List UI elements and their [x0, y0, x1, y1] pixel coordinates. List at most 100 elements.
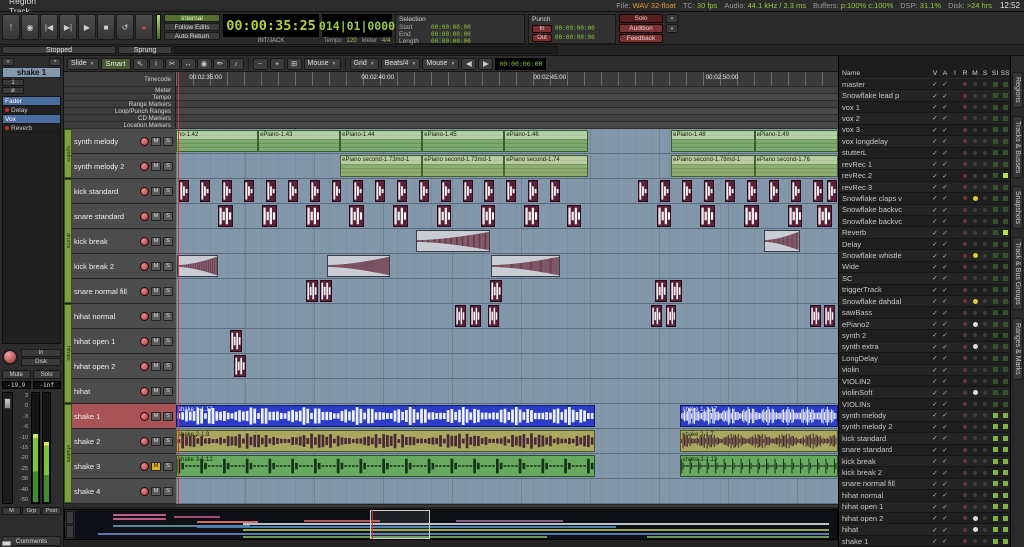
solo-indicator[interactable]	[980, 82, 990, 86]
metering-button[interactable]: M	[2, 507, 21, 515]
visible-checkbox[interactable]: ✓	[930, 103, 940, 111]
solo-isolate-indicator[interactable]	[990, 310, 1000, 315]
active-checkbox[interactable]: ✓	[940, 149, 950, 157]
region[interactable]	[550, 180, 560, 202]
visible-checkbox[interactable]: ✓	[930, 194, 940, 202]
active-checkbox[interactable]: ✓	[940, 537, 950, 545]
track-header-shake-1[interactable]: shake 1MS	[64, 404, 176, 429]
mute-indicator[interactable]	[970, 288, 980, 292]
tab-track-bus-groups[interactable]: Track & Bus Groups	[1012, 237, 1023, 310]
solo-indicator[interactable]	[980, 242, 990, 246]
region[interactable]: ePiano second-1.73md-1	[422, 155, 504, 177]
tab-tracks-busses[interactable]: Tracks & Busses	[1012, 116, 1023, 178]
track-solo-button[interactable]: S	[163, 337, 173, 346]
track-mute-button[interactable]: M	[151, 187, 161, 196]
route-row-triggertrack[interactable]: triggerTrack✓✓	[839, 285, 1010, 296]
solo-indicator[interactable]	[980, 413, 990, 417]
solo-isolate-indicator[interactable]	[990, 516, 1000, 521]
tab-regions[interactable]: Regions	[1012, 72, 1023, 108]
visible-checkbox[interactable]: ✓	[930, 80, 940, 88]
rec-indicator[interactable]	[960, 299, 970, 303]
rec-indicator[interactable]	[960, 448, 970, 452]
track-mute-button[interactable]: M	[151, 487, 161, 496]
route-row-snowflake-lead-p[interactable]: Snowflake lead p✓✓	[839, 90, 1010, 101]
rec-indicator[interactable]	[960, 196, 970, 200]
region[interactable]	[234, 355, 246, 377]
track-solo-button[interactable]: S	[163, 462, 173, 471]
rec-indicator[interactable]	[960, 219, 970, 223]
solo-isolate-indicator[interactable]	[990, 242, 1000, 247]
region[interactable]: shake 2-1.8	[176, 430, 595, 452]
punch-out-button[interactable]: Out	[532, 34, 552, 42]
solo-safe-indicator[interactable]	[1000, 299, 1010, 304]
track-header-hihat-open-1[interactable]: hihat open 1MS	[64, 329, 176, 354]
solo-isolate-indicator[interactable]	[990, 333, 1000, 338]
solo-indicator[interactable]	[980, 174, 990, 178]
mute-indicator[interactable]	[970, 105, 980, 109]
rec-indicator[interactable]	[960, 139, 970, 143]
route-row-revrec-1[interactable]: revRec 1✓✓	[839, 159, 1010, 170]
route-row-synth-2[interactable]: synth 2✓✓	[839, 330, 1010, 341]
track-header-hihat[interactable]: hihatMS	[64, 379, 176, 404]
route-row-synth-extra[interactable]: synth extra✓✓	[839, 342, 1010, 353]
route-row-kick-break-2[interactable]: kick break 2✓✓	[839, 467, 1010, 478]
rec-indicator[interactable]	[960, 425, 970, 429]
region[interactable]	[791, 180, 801, 202]
rec-indicator[interactable]	[960, 516, 970, 520]
region[interactable]	[200, 180, 210, 202]
active-checkbox[interactable]: ✓	[940, 457, 950, 465]
solo-isolate-indicator[interactable]	[990, 287, 1000, 292]
visible-checkbox[interactable]: ✓	[930, 514, 940, 522]
solo-isolate-indicator[interactable]	[990, 82, 1000, 87]
active-checkbox[interactable]: ✓	[940, 103, 950, 111]
region[interactable]	[353, 180, 363, 202]
toggle-follow-edits[interactable]: Follow Edits	[164, 23, 220, 31]
track-lane-shake-3[interactable]: shake 3-1.12shake 3-1.13	[176, 454, 838, 479]
solo-indicator[interactable]	[980, 539, 990, 543]
region[interactable]: no-1.42	[176, 130, 258, 152]
rec-indicator[interactable]	[960, 288, 970, 292]
region[interactable]	[638, 180, 648, 202]
track-mute-button[interactable]: M	[151, 462, 161, 471]
mute-indicator[interactable]	[970, 151, 980, 155]
solo-safe-indicator[interactable]	[1000, 185, 1010, 190]
track-solo-button[interactable]: S	[163, 412, 173, 421]
solo-isolate-indicator[interactable]	[990, 173, 1000, 178]
active-checkbox[interactable]: ✓	[940, 320, 950, 328]
visible-checkbox[interactable]: ✓	[930, 423, 940, 431]
region[interactable]: ePiano second-1.74	[504, 155, 587, 177]
region[interactable]	[824, 305, 835, 327]
active-checkbox[interactable]: ✓	[940, 126, 950, 134]
solo-isolate-indicator[interactable]	[990, 207, 1000, 212]
solo-safe-indicator[interactable]	[1000, 436, 1010, 441]
record-enable-button[interactable]	[140, 287, 149, 296]
rec-indicator[interactable]	[960, 436, 970, 440]
solo-indicator[interactable]	[980, 516, 990, 520]
region[interactable]	[470, 305, 481, 327]
route-row-snowflake-claps-v[interactable]: Snowflake claps v✓✓	[839, 193, 1010, 204]
solo-safe-indicator[interactable]	[1000, 287, 1010, 292]
record-enable-button[interactable]	[140, 437, 149, 446]
monitor-disk-button[interactable]: Disk	[21, 358, 61, 366]
route-row-violins[interactable]: VIOLINs✓✓	[839, 399, 1010, 410]
ruler-lane-loop-punch-ranges[interactable]	[176, 108, 838, 115]
gain-display[interactable]: -19.9	[2, 381, 31, 389]
mute-indicator[interactable]	[970, 242, 980, 246]
active-checkbox[interactable]: ✓	[940, 400, 950, 408]
rec-indicator[interactable]	[960, 413, 970, 417]
region[interactable]	[332, 180, 342, 202]
mute-indicator[interactable]	[970, 128, 980, 132]
playhead[interactable]	[178, 72, 179, 504]
track-header-snare-standard[interactable]: snare standardMS	[64, 204, 176, 229]
visible-checkbox[interactable]: ✓	[930, 217, 940, 225]
route-row-stutterl[interactable]: stutterL✓✓	[839, 148, 1010, 159]
region[interactable]: shake 3-1.12	[176, 455, 595, 477]
record-enable-button[interactable]	[140, 462, 149, 471]
nudge-backward-button[interactable]: ◀	[461, 58, 476, 70]
close-icon[interactable]: ×	[49, 58, 61, 66]
record-enable-button[interactable]	[140, 187, 149, 196]
solo-indicator[interactable]	[980, 528, 990, 532]
grid-unit-dropdown[interactable]: Beats/4▼	[381, 58, 421, 70]
track-solo-button[interactable]: S	[163, 312, 173, 321]
play-button[interactable]: ▶	[78, 14, 96, 40]
